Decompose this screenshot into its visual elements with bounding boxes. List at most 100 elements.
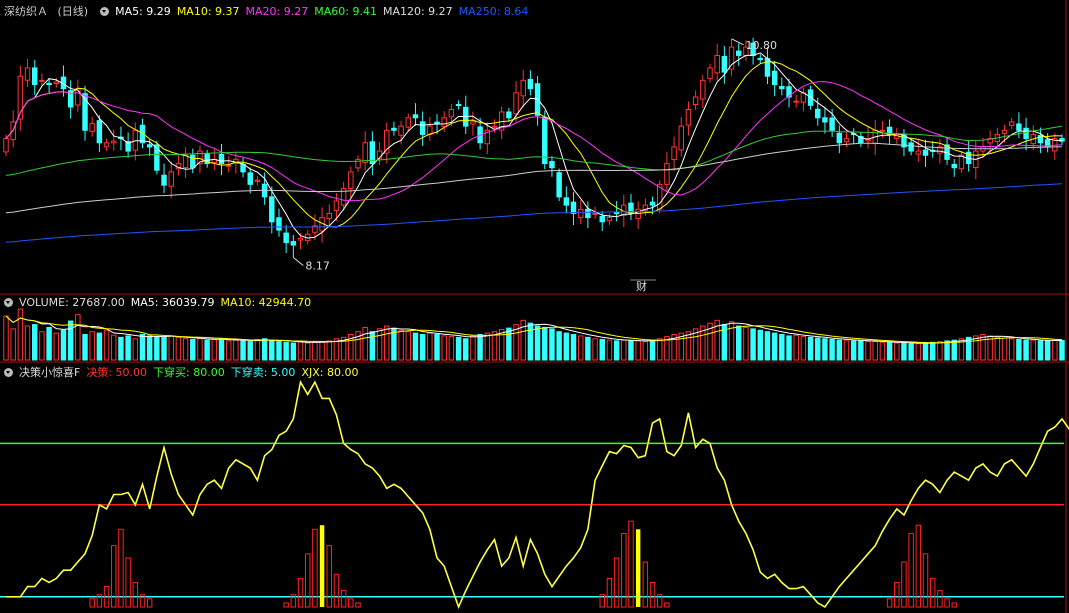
volume-bar <box>376 328 383 361</box>
volume-bar <box>757 329 764 361</box>
settings-circle-icon[interactable] <box>4 368 13 377</box>
volume-bar <box>477 334 483 361</box>
volume-bar <box>642 341 649 361</box>
volume-bar <box>326 340 332 361</box>
candle-body <box>89 123 95 132</box>
volume-legend-item: VOLUME: 27687.00 <box>19 296 125 309</box>
signal-bar <box>621 532 627 608</box>
volume-bar <box>901 342 907 361</box>
volume-bar <box>204 339 210 361</box>
candle-body <box>297 237 304 241</box>
main-legend: 深纺织Ａ (日线) MA5: 9.29 MA10: 9.37 MA20: 9.27 MA… <box>4 3 540 19</box>
volume-bar <box>628 340 634 361</box>
candle-body <box>326 212 332 220</box>
volume-legend-item: MA10: 42944.70 <box>220 296 312 309</box>
signal-bar <box>312 528 318 608</box>
candle-body <box>247 172 253 185</box>
volume-bar <box>32 324 38 361</box>
volume-bar <box>786 335 792 361</box>
candle-body <box>225 164 232 167</box>
candle-body <box>592 212 598 215</box>
candle-body <box>283 232 289 244</box>
candle-body <box>441 117 447 128</box>
candle-body <box>815 108 821 119</box>
volume-bar <box>599 338 605 361</box>
settings-circle-icon[interactable] <box>4 298 13 307</box>
candle-body <box>599 215 605 223</box>
volume-bar <box>283 341 289 361</box>
candle-body <box>254 179 261 182</box>
volume-bar <box>872 341 878 361</box>
volume-bar <box>276 341 282 361</box>
candle-body <box>664 163 670 185</box>
candle-body <box>168 171 174 187</box>
high-label: 10.80 <box>746 39 778 52</box>
volume-bar <box>570 334 577 361</box>
candle-body <box>908 142 914 152</box>
candle-body <box>218 153 225 165</box>
high-pointer <box>731 38 744 46</box>
volume-bar <box>103 329 110 361</box>
volume-bar <box>534 325 541 361</box>
candle-body <box>412 114 419 119</box>
candle-body <box>585 208 591 219</box>
volume-bar <box>455 336 462 361</box>
signal-bar <box>297 577 304 608</box>
volume-bar <box>491 331 498 361</box>
candle-body <box>333 200 340 211</box>
candle-body <box>434 121 440 125</box>
volume-bar <box>427 332 433 361</box>
signal-bar <box>908 532 914 608</box>
candle-body <box>915 150 922 155</box>
candle-body <box>3 138 9 153</box>
volume-bar <box>965 336 972 361</box>
volume-bar <box>463 338 469 361</box>
candle-body <box>771 70 778 86</box>
candle-body <box>549 161 555 169</box>
volume-bar <box>635 340 641 361</box>
volume-bar <box>1059 339 1065 361</box>
volume-bar <box>743 326 749 361</box>
volume-bar <box>836 339 843 361</box>
volume-bar <box>398 329 404 361</box>
signal-bar <box>894 581 900 608</box>
signal-bar <box>146 598 153 608</box>
candle-body <box>46 82 52 86</box>
volume-bar <box>190 338 196 361</box>
candle-body <box>506 111 512 119</box>
signal-bar <box>355 602 361 608</box>
indicator-legend-item: 下穿卖: 5.00 <box>230 366 296 379</box>
volume-bar <box>125 335 131 361</box>
volume-bar <box>17 308 24 361</box>
candle-body <box>190 154 196 169</box>
volume-bar <box>369 331 376 361</box>
stock-name[interactable]: 深纺织Ａ (日线) <box>4 5 94 18</box>
settings-circle-icon[interactable] <box>100 7 110 16</box>
candle-body <box>182 154 189 169</box>
volume-bar <box>247 341 253 361</box>
volume-bar <box>470 335 476 361</box>
volume-bar <box>290 342 297 361</box>
ma-legend-item: MA20: 9.27 <box>245 5 309 18</box>
candle-body <box>391 127 397 131</box>
signal-bar <box>613 557 620 608</box>
volume-bar <box>506 327 512 361</box>
signal-bar <box>886 598 893 608</box>
indicator-legend-item: 下穿买: 80.00 <box>153 366 225 379</box>
volume-bar <box>10 328 16 361</box>
volume-bar <box>211 338 218 361</box>
ma-legend-item: MA120: 9.27 <box>382 5 453 18</box>
volume-bar <box>951 339 957 361</box>
candle-body <box>405 117 412 128</box>
candle-body <box>692 96 699 106</box>
volume-bar <box>384 325 390 361</box>
candle-body <box>348 171 354 190</box>
volume-bar <box>146 335 153 361</box>
volume-legend-item: MA5: 36039.79 <box>130 296 215 309</box>
candle-body <box>606 217 613 222</box>
candle-body <box>39 79 45 82</box>
volume-bar <box>556 331 562 361</box>
candle-body <box>793 100 799 103</box>
candle-body <box>570 201 577 214</box>
volume-bar <box>1016 338 1022 361</box>
